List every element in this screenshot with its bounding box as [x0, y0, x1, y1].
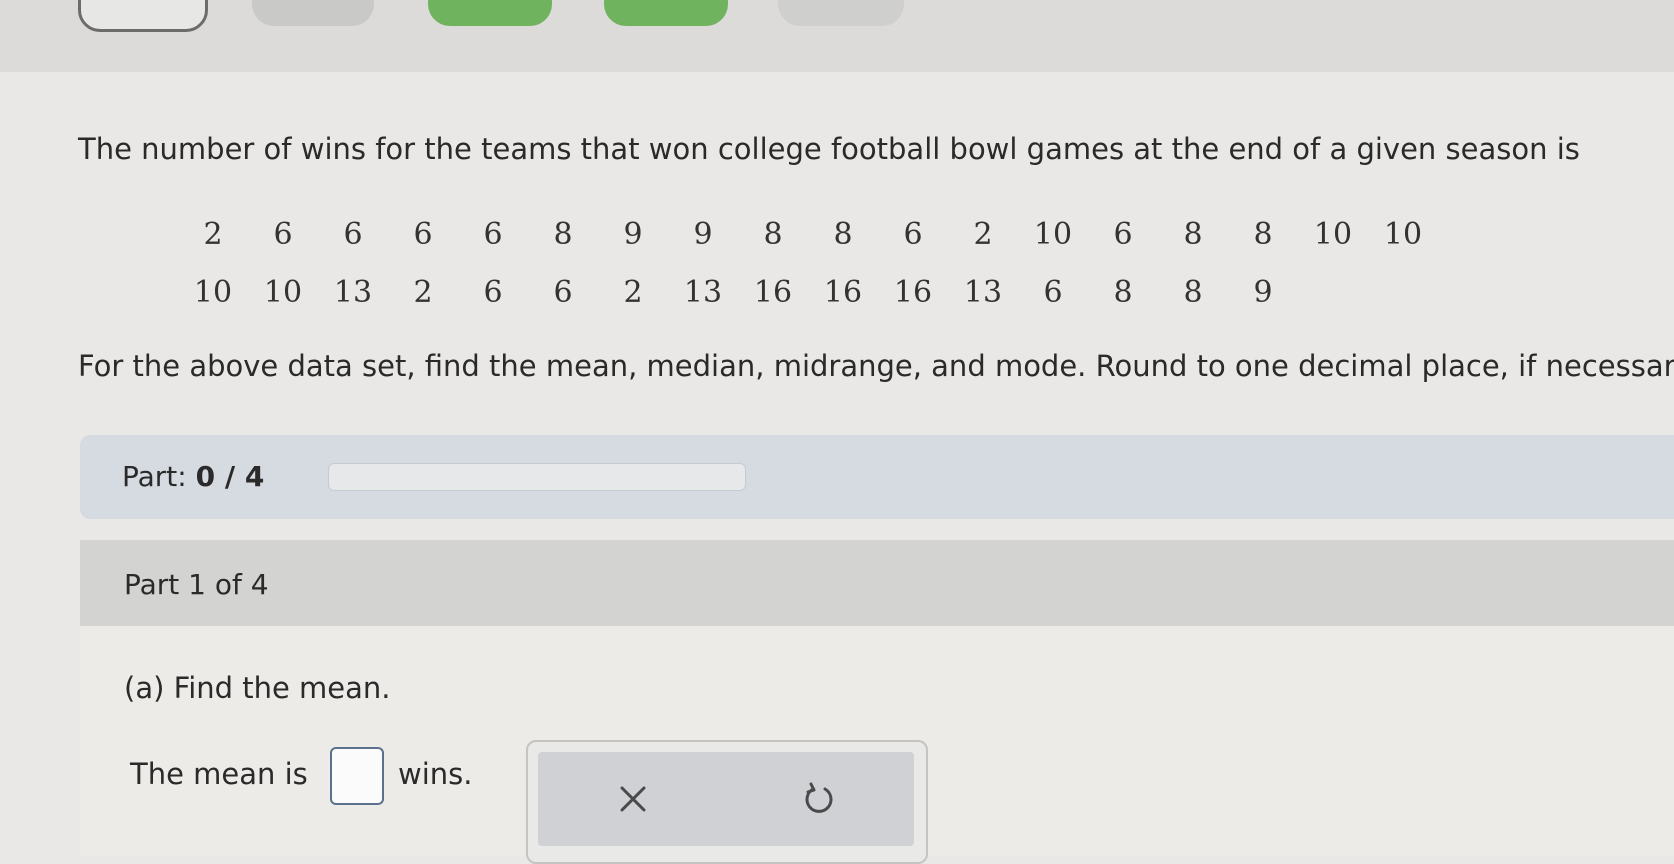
part-progress-bar: Part: 0 / 4 — [80, 435, 1674, 519]
data-value: 16 — [753, 274, 793, 310]
data-value: 2 — [973, 216, 993, 252]
data-value: 9 — [693, 216, 713, 252]
top-button-5[interactable] — [778, 0, 904, 26]
data-value: 8 — [1113, 274, 1133, 310]
top-button-4[interactable] — [604, 0, 728, 26]
data-value: 13 — [683, 274, 723, 310]
problem-instructions: For the above data set, find the mean, m… — [78, 349, 1674, 383]
data-value: 6 — [343, 216, 363, 252]
part-header: Part 1 of 4 — [80, 540, 1674, 626]
data-value: 6 — [413, 216, 433, 252]
data-value: 6 — [273, 216, 293, 252]
data-row: 10 10 13 2 6 6 2 13 16 16 16 13 6 8 8 9 — [178, 263, 1438, 321]
top-toolbar — [0, 0, 1674, 72]
progress-track — [328, 463, 746, 491]
data-value: 10 — [1313, 216, 1353, 252]
top-button-3[interactable] — [428, 0, 552, 26]
data-value: 6 — [483, 274, 503, 310]
clear-button[interactable] — [606, 772, 660, 826]
top-button-1[interactable] — [78, 0, 208, 32]
data-value: 10 — [1033, 216, 1073, 252]
data-value: 8 — [1253, 216, 1273, 252]
part-progress-label: Part: 0 / 4 — [122, 460, 265, 493]
data-value: 10 — [263, 274, 303, 310]
data-value: 9 — [1253, 274, 1273, 310]
data-value: 8 — [833, 216, 853, 252]
part-progress-value: 0 / 4 — [195, 460, 265, 493]
data-value: 10 — [1383, 216, 1423, 252]
data-value: 8 — [1183, 274, 1203, 310]
data-set-table: 2 6 6 6 6 8 9 9 8 8 6 2 10 6 8 8 10 10 10 10 13 2 6 6 2 13 16 16 16 1… — [178, 205, 1438, 321]
data-value: 8 — [1183, 216, 1203, 252]
answer-prefix: The mean is — [130, 757, 308, 791]
data-value: 2 — [623, 274, 643, 310]
data-value: 6 — [483, 216, 503, 252]
data-value: 16 — [823, 274, 863, 310]
data-value: 13 — [333, 274, 373, 310]
data-value: 8 — [553, 216, 573, 252]
answer-tools-panel — [538, 752, 914, 846]
data-value: 6 — [903, 216, 923, 252]
undo-icon — [805, 782, 833, 813]
data-value: 6 — [553, 274, 573, 310]
answer-suffix: wins. — [398, 757, 473, 791]
problem-intro: The number of wins for the teams that wo… — [78, 132, 1580, 166]
data-value: 8 — [763, 216, 783, 252]
data-value: 16 — [893, 274, 933, 310]
data-value: 13 — [963, 274, 1003, 310]
data-value: 2 — [203, 216, 223, 252]
top-button-2[interactable] — [252, 0, 374, 26]
undo-button[interactable] — [792, 772, 846, 826]
x-icon — [620, 786, 646, 812]
data-value: 9 — [623, 216, 643, 252]
data-value: 2 — [413, 274, 433, 310]
data-value: 6 — [1113, 216, 1133, 252]
mean-answer-input[interactable] — [330, 747, 384, 805]
question-text: (a) Find the mean. — [124, 671, 391, 705]
data-value: 10 — [193, 274, 233, 310]
part-title: Part 1 of 4 — [124, 568, 269, 601]
data-row: 2 6 6 6 6 8 9 9 8 8 6 2 10 6 8 8 10 10 — [178, 205, 1438, 263]
data-value: 6 — [1043, 274, 1063, 310]
